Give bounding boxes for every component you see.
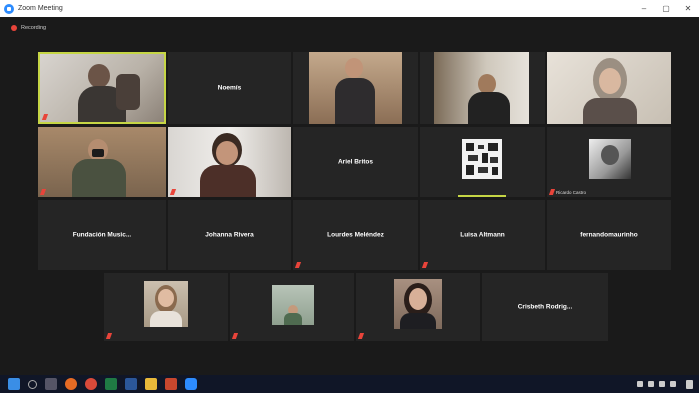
participant-name: Lourdes Meléndez: [327, 231, 384, 239]
participant-tile-1[interactable]: [38, 52, 166, 124]
video-feed: [38, 127, 166, 197]
zoom-taskbar-icon[interactable]: [185, 378, 197, 390]
participant-tile-18[interactable]: [356, 273, 480, 341]
participant-tile-14[interactable]: Luisa Altmann: [420, 200, 545, 270]
recording-indicator[interactable]: Recording: [0, 17, 699, 39]
muted-mic-icon: [548, 189, 556, 195]
participant-tile-19[interactable]: Crisbeth Rodrig...: [482, 273, 608, 341]
participant-footer: [421, 262, 429, 268]
muted-mic-icon: [39, 189, 47, 195]
participant-name: fernandomaurinho: [580, 231, 638, 239]
video-feed: [309, 52, 402, 124]
word-icon[interactable]: [125, 378, 137, 390]
maximize-button[interactable]: ▢: [655, 0, 677, 17]
participant-name: Ariel Britos: [337, 158, 374, 166]
zoom-logo-icon: [4, 3, 14, 14]
participant-footer: [169, 189, 177, 195]
volume-icon[interactable]: [659, 381, 665, 387]
windows-start-icon[interactable]: [8, 378, 20, 390]
participant-tile-9[interactable]: [420, 127, 545, 197]
muted-mic-icon: [231, 333, 239, 339]
chrome-icon[interactable]: [85, 378, 97, 390]
participant-tile-8[interactable]: Ariel Britos: [293, 127, 418, 197]
window-controls: – ▢ ✕: [633, 0, 699, 17]
firefox-icon[interactable]: [65, 378, 77, 390]
windows-taskbar: [0, 375, 699, 393]
video-feed: [272, 285, 314, 325]
video-feed: [434, 52, 529, 124]
video-feed: [144, 281, 188, 327]
participant-tile-11[interactable]: Fundación Music...: [38, 200, 166, 270]
video-feed: [40, 54, 164, 122]
muted-mic-icon: [357, 333, 365, 339]
video-feed: [547, 52, 671, 124]
participant-tile-3[interactable]: [293, 52, 418, 124]
file-explorer-icon[interactable]: [145, 378, 157, 390]
participant-footer: [41, 114, 49, 120]
minimize-button[interactable]: –: [633, 0, 655, 17]
participant-footer: Ricardo Castro: [548, 189, 587, 195]
participant-name: Fundación Music...: [72, 231, 132, 239]
participant-tile-16[interactable]: [104, 273, 228, 341]
participant-footer: [39, 189, 47, 195]
avatar: [462, 139, 502, 179]
participant-tile-13[interactable]: Lourdes Meléndez: [293, 200, 418, 270]
muted-mic-icon: [169, 189, 177, 195]
window-title: Zoom Meeting: [18, 5, 63, 12]
task-view-icon[interactable]: [45, 378, 57, 390]
participant-footer: [357, 333, 365, 339]
participant-tile-15[interactable]: fernandomaurinho: [547, 200, 671, 270]
speaking-indicator: [458, 195, 506, 197]
participant-name: Crisbeth Rodrig...: [517, 303, 573, 311]
participant-name: Noemís: [217, 84, 242, 92]
recording-label: Recording: [21, 25, 47, 31]
battery-icon[interactable]: [670, 381, 676, 387]
system-tray: [637, 375, 693, 393]
notifications-icon[interactable]: [686, 379, 693, 389]
participant-tile-5[interactable]: [547, 52, 671, 124]
muted-mic-icon: [41, 114, 49, 120]
participant-footer: [105, 333, 113, 339]
muted-mic-icon: [105, 333, 113, 339]
muted-mic-icon: [294, 262, 302, 268]
participant-footer: [294, 262, 302, 268]
excel-icon[interactable]: [105, 378, 117, 390]
participant-name: Luisa Altmann: [460, 231, 505, 239]
participant-name: Johanna Rivera: [205, 231, 254, 239]
search-icon[interactable]: [28, 379, 37, 389]
video-feed: [394, 279, 442, 329]
chevron-up-icon[interactable]: [637, 381, 643, 387]
participant-footer: [231, 333, 239, 339]
muted-mic-icon: [421, 262, 429, 268]
participant-name: Ricardo Castro: [556, 189, 587, 195]
network-icon[interactable]: [648, 381, 654, 387]
powerpoint-icon[interactable]: [165, 378, 177, 390]
recording-dot-icon: [11, 25, 17, 31]
avatar: [589, 139, 631, 179]
participant-tile-7[interactable]: [168, 127, 291, 197]
participant-tile-12[interactable]: Johanna Rivera: [168, 200, 291, 270]
participant-tile-17[interactable]: [230, 273, 354, 341]
title-bar: Zoom Meeting – ▢ ✕: [0, 0, 699, 17]
video-feed: [168, 127, 291, 197]
close-button[interactable]: ✕: [677, 0, 699, 17]
participant-tile-10[interactable]: Ricardo Castro: [547, 127, 671, 197]
participant-tile-6[interactable]: [38, 127, 166, 197]
participant-tile-4[interactable]: [420, 52, 545, 124]
zoom-window: Zoom Meeting – ▢ ✕ Recording Noemís Arie…: [0, 0, 699, 393]
participant-tile-2[interactable]: Noemís: [168, 52, 291, 124]
